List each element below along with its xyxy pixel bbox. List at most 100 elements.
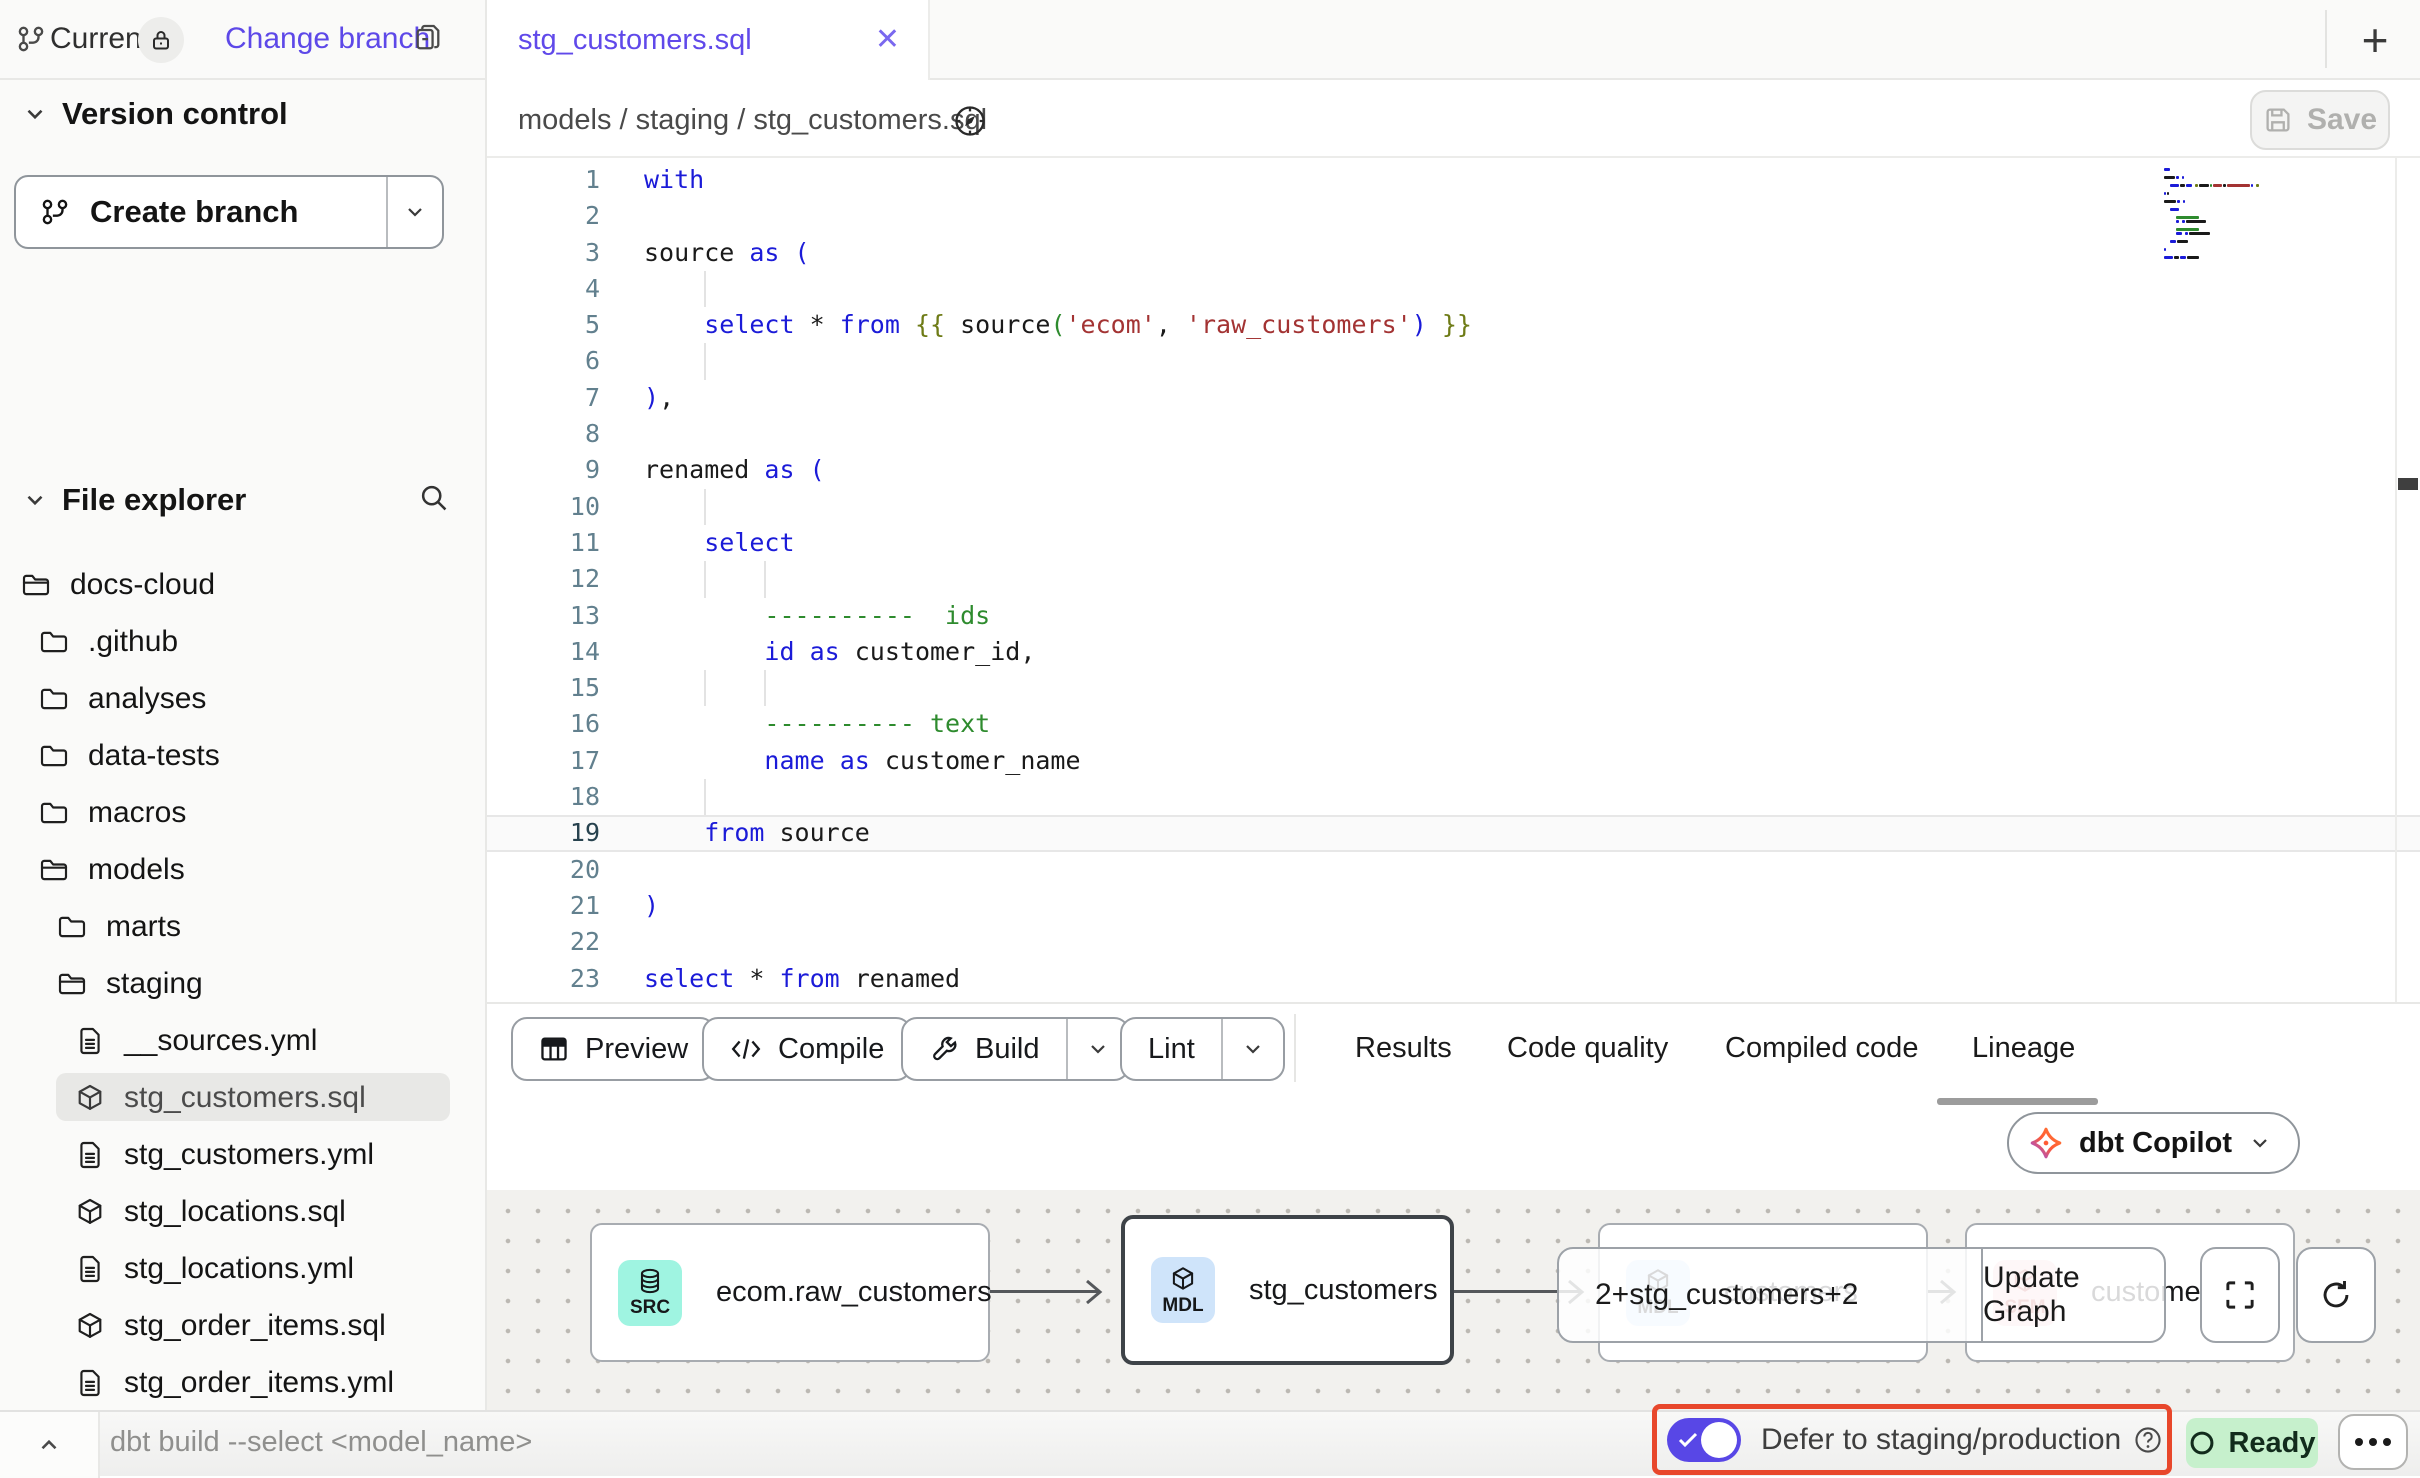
line-number: 22 — [487, 924, 600, 960]
tree-item-stg-locations-yml[interactable]: stg_locations.yml — [0, 1240, 487, 1297]
tree-item-label: data-tests — [88, 739, 220, 773]
editor-scrollbar[interactable] — [2395, 158, 2420, 1002]
build-button[interactable]: Build — [901, 1017, 1130, 1081]
folder-icon — [38, 683, 70, 715]
refresh-button[interactable] — [2296, 1247, 2376, 1343]
search-icon[interactable] — [418, 482, 450, 514]
code-line-2: 2 — [487, 198, 2420, 234]
tree-item-models[interactable]: models — [0, 841, 487, 898]
file-explorer-title: File explorer — [62, 482, 246, 518]
tree-item-stg-customers-sql[interactable]: stg_customers.sql — [0, 1069, 487, 1126]
code-line-18: 18 — [487, 779, 2420, 815]
graph-selector-input[interactable] — [1559, 1249, 1981, 1341]
code-line-13: 13 ---------- ids — [487, 598, 2420, 634]
tab-stg-customers-sql[interactable]: stg_customers.sql ✕ — [487, 0, 930, 80]
build-label: Build — [975, 1033, 1040, 1066]
tree-item-marts[interactable]: marts — [0, 898, 487, 955]
chevron-down-icon — [22, 101, 48, 127]
code-line-11: 11 select — [487, 525, 2420, 561]
model-icon — [74, 1196, 106, 1228]
tree-item-stg-customers-yml[interactable]: stg_customers.yml — [0, 1126, 487, 1183]
lineage-node-stg-customers[interactable]: MDLstg_customers — [1121, 1215, 1454, 1365]
code-text: with — [600, 162, 2420, 198]
code-editor[interactable]: 1with23source as (45 select * from {{ so… — [487, 158, 2420, 1002]
tree-item-label: models — [88, 853, 185, 887]
edge-arrow-icon — [1084, 1278, 1104, 1306]
code-line-22: 22 — [487, 924, 2420, 960]
code-text — [600, 198, 2420, 234]
code-text: id as customer_id, — [600, 634, 2420, 670]
close-icon[interactable]: ✕ — [875, 25, 900, 55]
scrollbar-thumb[interactable] — [2398, 478, 2418, 490]
save-button[interactable]: Save — [2250, 90, 2390, 150]
defer-annotation-highlight: Defer to staging/production — [1652, 1404, 2172, 1475]
tree-item-stg-locations-sql[interactable]: stg_locations.sql — [0, 1183, 487, 1240]
refresh-icon — [2319, 1278, 2353, 1312]
code-text: ---------- text — [600, 706, 2420, 742]
tree-item-label: stg_order_items.yml — [124, 1366, 394, 1400]
lint-label: Lint — [1148, 1033, 1195, 1066]
tab-compiled-code[interactable]: Compiled code — [1725, 1032, 1918, 1065]
compile-button[interactable]: Compile — [702, 1017, 912, 1081]
lint-button[interactable]: Lint — [1120, 1017, 1285, 1081]
toggle-knob — [1701, 1422, 1737, 1458]
code-text — [600, 343, 2420, 379]
command-input[interactable]: dbt build --select <model_name> — [110, 1426, 532, 1459]
file-explorer-header[interactable]: File explorer — [22, 482, 246, 518]
preview-button[interactable]: Preview — [511, 1017, 716, 1081]
tree-item-label: analyses — [88, 682, 206, 716]
code-line-3: 3source as ( — [487, 235, 2420, 271]
lint-dropdown[interactable] — [1221, 1019, 1283, 1079]
tab-lineage[interactable]: Lineage — [1972, 1032, 2075, 1065]
change-branch-link[interactable]: Change branch — [225, 22, 430, 56]
code-line-16: 16 ---------- text — [487, 706, 2420, 742]
new-tab-button[interactable]: + — [2349, 14, 2401, 66]
more-options-button[interactable] — [2338, 1414, 2408, 1470]
tab-title: stg_customers.sql — [518, 24, 752, 57]
create-branch-label: Create branch — [90, 194, 298, 230]
create-branch-dropdown[interactable] — [386, 177, 442, 247]
update-graph-button[interactable]: Update Graph — [1981, 1249, 2164, 1341]
sidebar: Current Change branch Version control — [0, 0, 487, 1410]
tab-results[interactable]: Results — [1355, 1032, 1452, 1065]
line-number: 18 — [487, 779, 600, 815]
line-number: 12 — [487, 561, 600, 597]
tree-item-label: stg_order_items.sql — [124, 1309, 386, 1343]
tree-item--github[interactable]: .github — [0, 613, 487, 670]
help-icon[interactable] — [2133, 1425, 2163, 1455]
tree-item-stg-order-items-sql[interactable]: stg_order_items.sql — [0, 1297, 487, 1354]
ready-ring-icon — [2188, 1429, 2216, 1457]
chevron-down-icon — [22, 487, 48, 513]
tree-item-analyses[interactable]: analyses — [0, 670, 487, 727]
tree-item--sources-yml[interactable]: __sources.yml — [0, 1012, 487, 1069]
tree-item-macros[interactable]: macros — [0, 784, 487, 841]
build-dropdown[interactable] — [1066, 1019, 1128, 1079]
line-number: 23 — [487, 961, 600, 997]
defer-toggle[interactable] — [1667, 1418, 1741, 1462]
dbt-copilot-button[interactable]: dbt Copilot — [2007, 1112, 2300, 1174]
tree-item-staging[interactable]: staging — [0, 955, 487, 1012]
dbt-copilot-icon — [2029, 1126, 2063, 1160]
minimap[interactable] — [2164, 164, 2292, 264]
compass-icon[interactable] — [942, 93, 998, 149]
code-content: 1with23source as (45 select * from {{ so… — [487, 158, 2420, 997]
create-branch-button[interactable]: Create branch — [14, 175, 444, 249]
tree-item-data-tests[interactable]: data-tests — [0, 727, 487, 784]
tab-code-quality[interactable]: Code quality — [1507, 1032, 1668, 1065]
code-text: ---------- ids — [600, 598, 2420, 634]
fullscreen-button[interactable] — [2200, 1247, 2280, 1343]
lineage-node-ecom-raw-customers[interactable]: SRCecom.raw_customers — [590, 1223, 990, 1362]
tree-item-stg-order-items-yml[interactable]: stg_order_items.yml — [0, 1354, 487, 1411]
folder-icon — [38, 797, 70, 829]
lineage-canvas[interactable]: SRCecom.raw_customersMDLstg_customersMDL… — [487, 1190, 2420, 1410]
collapse-panel-button[interactable] — [0, 1412, 100, 1478]
version-control-header[interactable]: Version control — [22, 96, 288, 132]
tree-item-docs-cloud[interactable]: docs-cloud — [0, 556, 487, 613]
tree-item-label: stg_locations.sql — [124, 1195, 346, 1229]
line-number: 5 — [487, 307, 600, 343]
code-text: source as ( — [600, 235, 2420, 271]
code-line-12: 12 — [487, 561, 2420, 597]
table-icon — [539, 1034, 569, 1064]
copy-branch-icon[interactable] — [412, 22, 444, 54]
fullscreen-icon — [2223, 1278, 2257, 1312]
